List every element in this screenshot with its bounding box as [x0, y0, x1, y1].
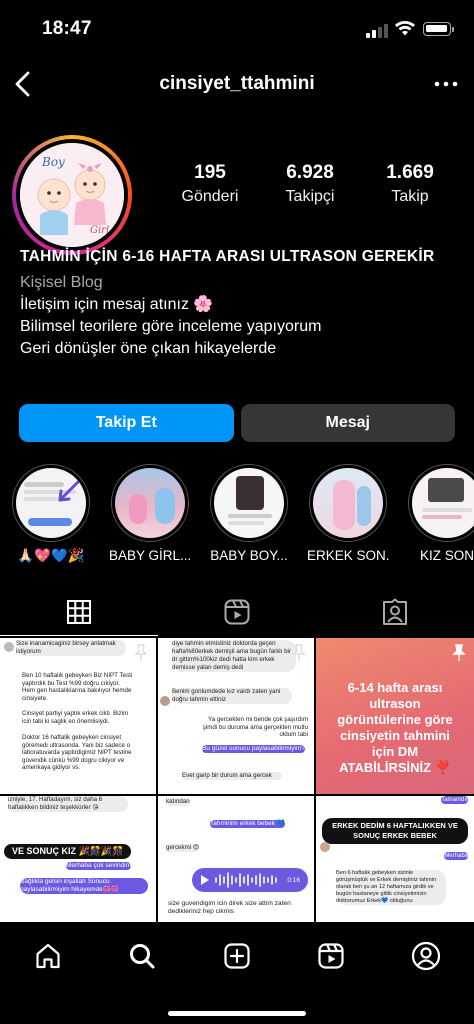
nav-reels[interactable]	[311, 936, 351, 976]
post-text: Merhaba çok sevindim	[66, 862, 132, 870]
nav-search[interactable]	[122, 936, 162, 976]
tagged-icon	[383, 598, 407, 625]
bottom-navigation	[0, 924, 474, 1024]
highlight-item[interactable]: BABY GİRL...	[109, 464, 191, 564]
cellular-signal-icon	[366, 24, 390, 38]
profile-nav-bar: cinsiyet_ttahmini	[0, 62, 474, 108]
post-promo-text: 6-14 hafta arası ultrason görüntülerine …	[337, 680, 453, 775]
post-thumbnail[interactable]: izniyle, 17. Haftadayım, siz daha 6 haft…	[0, 796, 156, 922]
stat-following[interactable]: 1.669 Takip	[360, 162, 460, 206]
tab-tagged[interactable]	[316, 588, 474, 636]
waveform-icon	[215, 872, 277, 888]
post-text: Benim gonlumdede kız vardı zaten yani do…	[172, 688, 292, 704]
profile-display-name: TAHMİN İÇİN 6-16 HAFTA ARASI ULTRASON GE…	[20, 248, 435, 265]
highlight-label: 🙏🏻💖💙🎉	[17, 548, 85, 563]
tab-reels[interactable]	[158, 588, 316, 636]
profile-icon	[411, 941, 441, 971]
grid-icon	[67, 600, 91, 624]
post-text: Ya gercekten mi bende çok şaşırdım şimdi…	[202, 716, 308, 739]
reels-icon	[224, 599, 250, 625]
post-text: Bu güzel sonucu paylasabilirmiyim?	[202, 745, 305, 753]
stat-following-value: 1.669	[386, 162, 434, 183]
post-text: gercekmi 😍	[166, 844, 200, 852]
profile-stats: 195 Gönderi 6.928 Takipçi 1.669 Takip	[160, 162, 460, 206]
home-indicator	[168, 1011, 306, 1016]
post-thumbnail[interactable]: Size inanamicaginiz birsey anlatmak isti…	[0, 638, 156, 794]
stat-following-label: Takip	[391, 188, 429, 205]
profile-bio: TAHMİN İÇİN 6-16 HAFTA ARASI ULTRASON GE…	[20, 246, 460, 360]
post-text: Ben 6 haftalık gebeyken sizinle görüşmüş…	[336, 870, 446, 905]
post-text: Cinsiyet partiyi yaptık erkek cikti. Biz…	[22, 710, 129, 725]
highlight-item[interactable]: 🙏🏻💖💙🎉	[10, 464, 92, 564]
voice-duration: 0:16	[287, 877, 300, 884]
avatar-image: Boy Girl	[20, 143, 124, 247]
post-thumbnail[interactable]: 6-14 hafta arası ultrason görüntülerine …	[316, 638, 474, 794]
highlight-item[interactable]: BABY BOY...	[208, 464, 290, 564]
home-icon	[36, 943, 60, 969]
highlight-item[interactable]: ERKEK SON...	[307, 464, 389, 564]
post-text: diye tahmin etmistiniz doktorda geçen ha…	[172, 640, 296, 672]
post-banner: VE SONUÇ KIZ 🎉🎊🎉🎊	[4, 844, 132, 859]
post-banner: ERKEK DEDİM 6 HAFTALIKKEN VE SONUÇ ERKEK…	[322, 818, 468, 844]
profile-avatar[interactable]: Boy Girl	[12, 135, 132, 255]
bio-line-3: Geri dönüşler öne çıkan hikayelerde	[20, 340, 277, 357]
highlight-item[interactable]: KIZ SON	[406, 464, 474, 564]
stat-posts-value: 195	[194, 162, 226, 183]
message-button[interactable]: Mesaj	[240, 404, 455, 442]
pin-icon	[134, 644, 148, 661]
bio-line-2: Bilimsel teorilere göre inceleme yapıyor…	[20, 318, 322, 335]
nav-profile[interactable]	[406, 936, 446, 976]
pin-icon	[452, 644, 466, 661]
post-thumbnail[interactable]: katından Tahminim erkek bebek 💙 gercekmi…	[158, 796, 314, 922]
profile-content-tabs	[0, 588, 474, 636]
highlight-label: BABY BOY...	[210, 548, 288, 563]
battery-icon	[423, 22, 454, 36]
profile-username: cinsiyet_ttahmini	[159, 73, 315, 94]
stat-posts-label: Gönderi	[181, 188, 239, 205]
wifi-icon	[395, 21, 415, 36]
post-text: Doktor 16 haftalik gebeyken cinsiyet gör…	[22, 734, 132, 772]
stat-followers-value: 6.928	[286, 162, 334, 183]
tab-grid[interactable]	[0, 588, 158, 636]
more-options-icon[interactable]	[430, 68, 462, 100]
post-grid: Size inanamicaginiz birsey anlatmak isti…	[0, 638, 474, 922]
profile-category: Kişisel Blog	[20, 274, 103, 291]
highlight-label: ERKEK SON...	[307, 548, 389, 563]
avatar-girl-text: Girl	[90, 225, 110, 236]
post-thumbnail[interactable]: diye tahmin etmistiniz doktorda geçen ha…	[158, 638, 314, 794]
highlight-label: BABY GİRL...	[109, 548, 191, 563]
nav-home[interactable]	[28, 936, 68, 976]
avatar-boy-text: Boy	[42, 155, 65, 169]
post-text: izniyle, 17. Haftadayım, siz daha 6 haft…	[8, 796, 128, 812]
post-text: size guvendigim icin direk size attim za…	[168, 900, 291, 915]
post-text: Ben 10 haftalık gebeyken Biz NIPT Testi …	[22, 672, 133, 702]
post-text: Tamamdır	[441, 796, 468, 804]
stat-posts[interactable]: 195 Gönderi	[160, 162, 260, 206]
pin-icon	[292, 644, 306, 661]
create-icon	[224, 943, 250, 969]
post-text: Sağlıkla gelsin inşallah Sonucu paylasab…	[20, 878, 148, 894]
profile-actions: Takip Et Mesaj	[19, 404, 455, 442]
post-text: katından	[166, 798, 190, 806]
play-icon	[201, 875, 209, 885]
bio-line-1: İletişim için mesaj atınız 🌸	[20, 296, 214, 313]
post-text: Tahminim erkek bebek 💙	[210, 820, 285, 828]
status-bar: 18:47	[0, 0, 474, 62]
reels-icon	[318, 943, 344, 969]
post-text: Evet garip bir durum ama gercek	[182, 772, 282, 780]
stat-followers-label: Takipçi	[285, 188, 335, 205]
post-thumbnail[interactable]: Tamamdır ERKEK DEDİM 6 HAFTALIKKEN VE SO…	[316, 796, 474, 922]
follow-button[interactable]: Takip Et	[19, 404, 234, 442]
highlight-label: KIZ SON	[419, 548, 474, 563]
post-text: Merhaba	[444, 852, 468, 860]
nav-create[interactable]	[217, 936, 257, 976]
post-text: Size inanamicaginiz birsey anlatmak isti…	[16, 640, 126, 656]
stat-followers[interactable]: 6.928 Takipçi	[260, 162, 360, 206]
story-highlights: 🙏🏻💖💙🎉 BABY GİRL... BABY BOY... ERKEK SON…	[10, 464, 474, 564]
voice-message: 0:16	[192, 868, 308, 892]
search-icon	[130, 944, 155, 969]
status-time: 18:47	[42, 18, 92, 39]
